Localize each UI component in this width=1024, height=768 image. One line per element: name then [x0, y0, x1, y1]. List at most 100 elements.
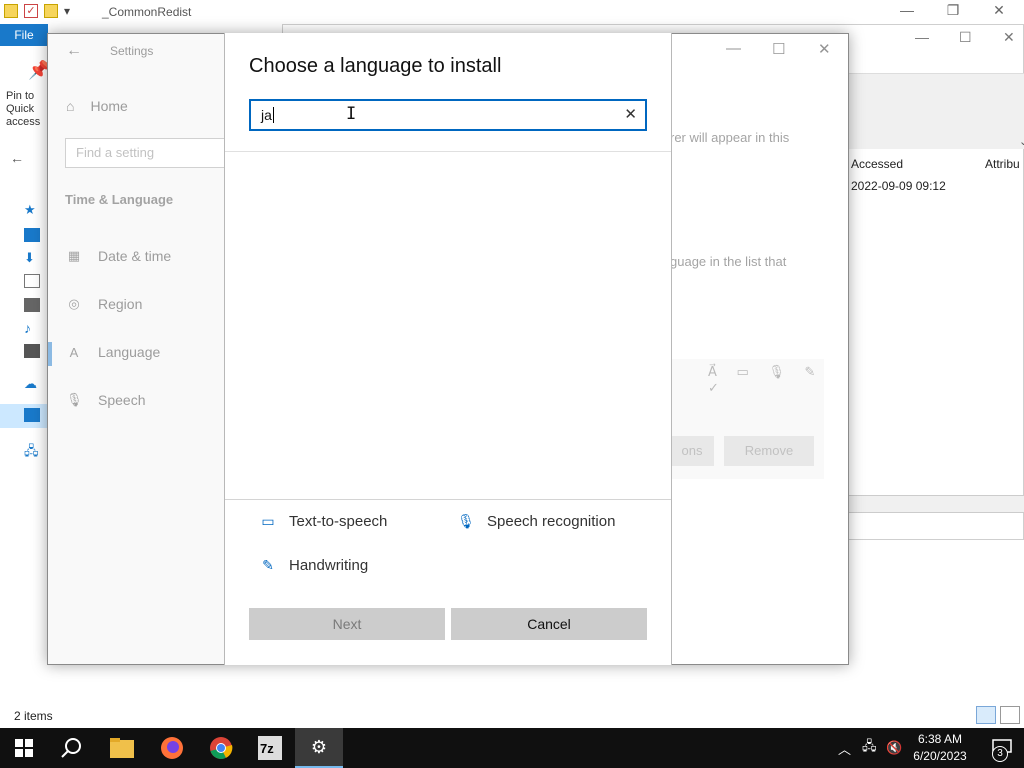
- notification-badge: 3: [992, 746, 1008, 762]
- globe-icon: ◎: [68, 296, 80, 311]
- microphone-icon: 🎙: [66, 392, 83, 407]
- column-attributes[interactable]: Attribu: [985, 157, 1020, 171]
- computer-icon: [24, 408, 40, 422]
- language-icon: A: [69, 344, 79, 360]
- start-icon[interactable]: [0, 728, 48, 768]
- clock-time: 6:38 AM: [917, 732, 963, 746]
- divider: [225, 151, 671, 152]
- search-input-value: ja: [261, 107, 274, 123]
- language-feature-icons: A⃗ ▭ 🎙 ✎ ✓: [708, 364, 824, 395]
- close-icon[interactable]: ✕: [818, 40, 831, 58]
- close-icon[interactable]: ✕: [1003, 29, 1015, 46]
- microphone-icon: 🎙: [457, 513, 475, 529]
- maximize-icon[interactable]: ❐: [930, 2, 976, 19]
- notification-count: 3: [997, 748, 1003, 759]
- folder-icon: [4, 4, 18, 18]
- desktop-icon[interactable]: [24, 228, 40, 242]
- file-explorer-icon[interactable]: [98, 728, 146, 768]
- nav-language-label: Language: [98, 344, 161, 360]
- choose-language-dialog: Choose a language to install ja I ✕ ▭ Te…: [224, 33, 672, 665]
- back-arrow-icon[interactable]: ←: [66, 42, 82, 60]
- column-accessed[interactable]: Accessed: [851, 157, 903, 171]
- nav-home-label: Home: [90, 98, 128, 114]
- explorer-titlebar: ✓ ▾ _CommonRedist — ❐ ✕: [0, 0, 1024, 24]
- settings-title: Settings: [110, 44, 154, 58]
- text-to-speech-icon: ▭: [261, 513, 275, 529]
- search-icon[interactable]: [48, 728, 96, 768]
- dialog-title: Choose a language to install: [249, 55, 502, 77]
- handwriting-icon: ✎: [262, 557, 274, 573]
- clear-icon[interactable]: ✕: [624, 105, 637, 123]
- feature-handwriting-label: Handwriting: [289, 557, 369, 574]
- chevron-down-icon[interactable]: ▾: [64, 4, 70, 18]
- new-folder-icon[interactable]: [44, 4, 58, 18]
- remove-button[interactable]: Remove: [724, 436, 814, 466]
- nav-language[interactable]: A Language: [66, 344, 161, 360]
- description-text-2: guage in the list that: [670, 254, 787, 269]
- large-icons-view-icon[interactable]: [1000, 706, 1020, 724]
- pictures-icon[interactable]: [24, 298, 40, 312]
- section-title: Time & Language: [65, 192, 174, 207]
- feature-tts-label: Text-to-speech: [289, 513, 388, 530]
- nav-date-time-label: Date & time: [98, 248, 172, 264]
- description-text-1: rer will appear in this: [670, 130, 790, 145]
- file-tab[interactable]: File: [0, 24, 48, 46]
- feature-speech-label: Speech recognition: [487, 513, 616, 530]
- star-icon[interactable]: ★: [24, 202, 40, 217]
- minimize-icon[interactable]: —: [726, 40, 741, 57]
- network-icon[interactable]: 🖧: [862, 728, 877, 768]
- music-icon[interactable]: ♪: [24, 320, 40, 336]
- nav-speech-label: Speech: [98, 392, 146, 408]
- home-icon: ⌂: [66, 98, 75, 114]
- find-setting-input[interactable]: Find a setting: [65, 138, 235, 168]
- horizontal-scrollbar[interactable]: [849, 495, 1024, 513]
- svg-text:7z: 7z: [260, 741, 274, 756]
- videos-icon[interactable]: [24, 344, 40, 358]
- nav-date-time[interactable]: ▦ Date & time: [66, 248, 171, 264]
- status-bar-count: 2 items: [14, 709, 53, 723]
- nav-region-label: Region: [98, 296, 143, 312]
- settings-sidebar: ← Settings ⌂ Home Find a setting Time & …: [48, 34, 235, 664]
- onedrive-icon[interactable]: ☁: [24, 376, 40, 391]
- nav-home[interactable]: ⌂ Home: [66, 98, 128, 114]
- feature-handwriting: ✎ Handwriting: [259, 557, 368, 574]
- options-button[interactable]: ons: [670, 436, 714, 466]
- view-toggle: [976, 706, 1020, 724]
- cancel-button[interactable]: Cancel: [451, 608, 647, 640]
- feature-speech-recognition: 🎙 Speech recognition: [457, 513, 615, 530]
- explorer-title: _CommonRedist: [102, 5, 192, 19]
- download-icon[interactable]: ⬇: [24, 250, 40, 265]
- maximize-icon[interactable]: ☐: [772, 40, 785, 58]
- minimize-icon[interactable]: —: [884, 2, 930, 18]
- show-hidden-icons[interactable]: ︿: [838, 728, 851, 768]
- active-indicator: [48, 342, 52, 366]
- divider: [225, 499, 671, 500]
- nav-speech[interactable]: 🎙 Speech: [66, 392, 145, 408]
- back-arrow-icon[interactable]: ←: [10, 150, 24, 166]
- row-accessed-value: 2022-09-09 09:12: [851, 179, 946, 193]
- 7zip-icon[interactable]: 7z: [246, 728, 294, 768]
- details-view-icon[interactable]: [976, 706, 996, 724]
- nav-region[interactable]: ◎ Region: [66, 296, 142, 312]
- properties-icon[interactable]: ✓: [24, 4, 38, 18]
- next-button[interactable]: Next: [249, 608, 445, 640]
- clock-date: 6/20/2023: [913, 749, 967, 763]
- ribbon-area: [849, 73, 1024, 149]
- language-search-input[interactable]: ja I ✕: [249, 99, 647, 131]
- calendar-icon: ▦: [67, 248, 81, 263]
- this-pc-item[interactable]: [0, 404, 50, 428]
- clock[interactable]: 6:38 AM 6/20/2023: [900, 731, 980, 765]
- network-icon[interactable]: 🖧: [24, 442, 40, 458]
- chevron-down-icon[interactable]: ⌄: [1019, 135, 1024, 148]
- text-cursor-icon: I: [346, 104, 357, 124]
- close-icon[interactable]: ✕: [976, 2, 1022, 19]
- taskbar: 7z ⚙ ︿ 🖧 🔇 6:38 AM 6/20/2023: [0, 728, 1024, 768]
- chrome-icon[interactable]: [197, 728, 245, 768]
- minimize-icon[interactable]: —: [915, 29, 929, 45]
- maximize-icon[interactable]: ☐: [959, 29, 972, 46]
- document-icon[interactable]: [24, 274, 40, 288]
- feature-text-to-speech: ▭ Text-to-speech: [259, 513, 387, 530]
- quick-access-toolbar: ✓ ▾: [4, 4, 70, 18]
- settings-icon[interactable]: ⚙: [295, 728, 343, 768]
- firefox-icon[interactable]: [148, 728, 196, 768]
